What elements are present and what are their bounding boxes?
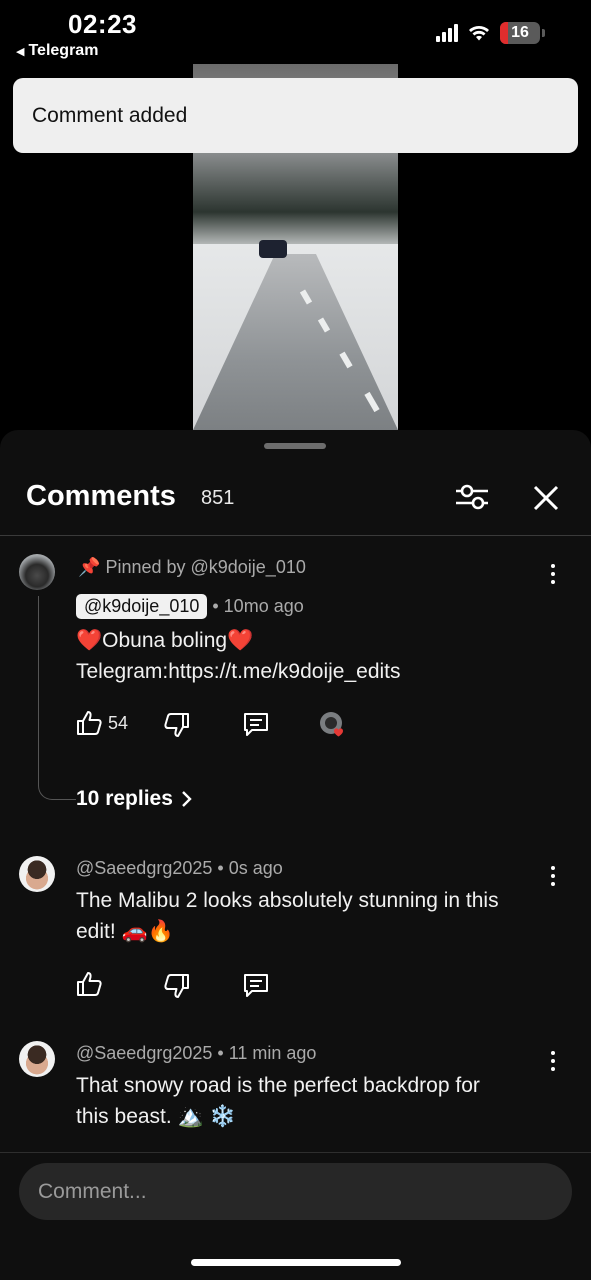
comment-input[interactable] [19,1163,572,1220]
comment-input-bar [0,1152,591,1280]
reply-icon[interactable] [242,972,270,1000]
toast-notification: Comment added [13,78,578,153]
comments-count: 851 [201,487,235,509]
more-options-icon[interactable] [543,863,563,889]
status-time: 02:23 [68,9,137,39]
creator-heart-icon [320,712,343,737]
comments-title: Comments [26,480,176,512]
back-app-label: Telegram [28,42,99,59]
avatar[interactable] [19,856,55,892]
status-indicators: 16 [436,22,545,44]
sliders-icon[interactable] [454,482,490,512]
drag-handle[interactable] [264,443,326,449]
comment-line-1: That snowy road is the perfect backdrop … [76,1074,480,1097]
comments-header: Comments 851 [0,470,591,536]
comment-meta: @Saeedgrg2025 • 0s ago [76,858,283,878]
comment-text: ❤️Obuna boling❤️ Telegram:https://t.me/k… [76,625,401,687]
cellular-signal-icon [436,24,458,42]
battery-icon: 16 [500,22,540,44]
pin-icon: 📌 [78,557,101,577]
like-count: 54 [108,713,129,733]
comment-text: That snowy road is the perfect backdrop … [76,1070,480,1132]
comment-text: The Malibu 2 looks absolutely stunning i… [76,885,499,947]
home-indicator[interactable] [191,1259,401,1266]
author-chip[interactable]: @k9doije_010 [76,594,208,619]
comment-time: 0s ago [228,858,283,878]
car-in-video [259,240,287,258]
toast-message: Comment added [32,103,188,127]
comment-author[interactable]: @Saeedgrg2025 [76,858,212,878]
comment-link[interactable]: Telegram:https://t.me/k9doije_edits [76,656,401,687]
avatar[interactable] [19,554,55,590]
back-arrow-icon: ◀ [16,45,25,58]
replies-label: 10 replies [76,787,173,810]
more-options-icon[interactable] [543,1048,563,1074]
like-icon[interactable] [75,709,103,737]
avatar[interactable] [19,1041,55,1077]
battery-level: 16 [511,24,529,41]
comment-time: 11 min ago [228,1043,317,1063]
header-divider [0,535,591,536]
wifi-icon [469,26,489,41]
comment-meta: @k9doije_010 • 10mo ago [76,594,304,619]
back-to-app-link[interactable]: ◀ Telegram [16,42,98,60]
comment-meta: @Saeedgrg2025 • 11 min ago [76,1043,317,1063]
more-options-icon[interactable] [543,561,563,587]
dislike-icon[interactable] [163,711,191,739]
like-icon[interactable] [75,970,103,998]
pinned-row: 📌 Pinned by @k9doije_010 [78,557,306,578]
reply-icon[interactable] [242,711,270,739]
dislike-icon[interactable] [163,972,191,1000]
comment-time: 10mo ago [223,596,304,616]
view-replies-button[interactable]: 10 replies [76,787,193,811]
status-bar: 02:23 ◀ Telegram 16 [0,0,591,64]
reply-thread-line [38,596,76,800]
comment-line-2: this beast. 🏔️ ❄️ [76,1105,236,1128]
comment-line-2: edit! 🚗🔥 [76,920,174,943]
comment-line-1: The Malibu 2 looks absolutely stunning i… [76,889,499,912]
pinned-label: Pinned by @k9doije_010 [105,557,306,577]
chevron-right-icon [182,791,192,807]
comment-line-1: ❤️Obuna boling❤️ [76,629,254,652]
comment-author[interactable]: @Saeedgrg2025 [76,1043,212,1063]
close-icon[interactable] [530,482,562,514]
comments-sheet: Comments 851 📌 Pinned by @k9doije_010 @k… [0,430,591,1280]
